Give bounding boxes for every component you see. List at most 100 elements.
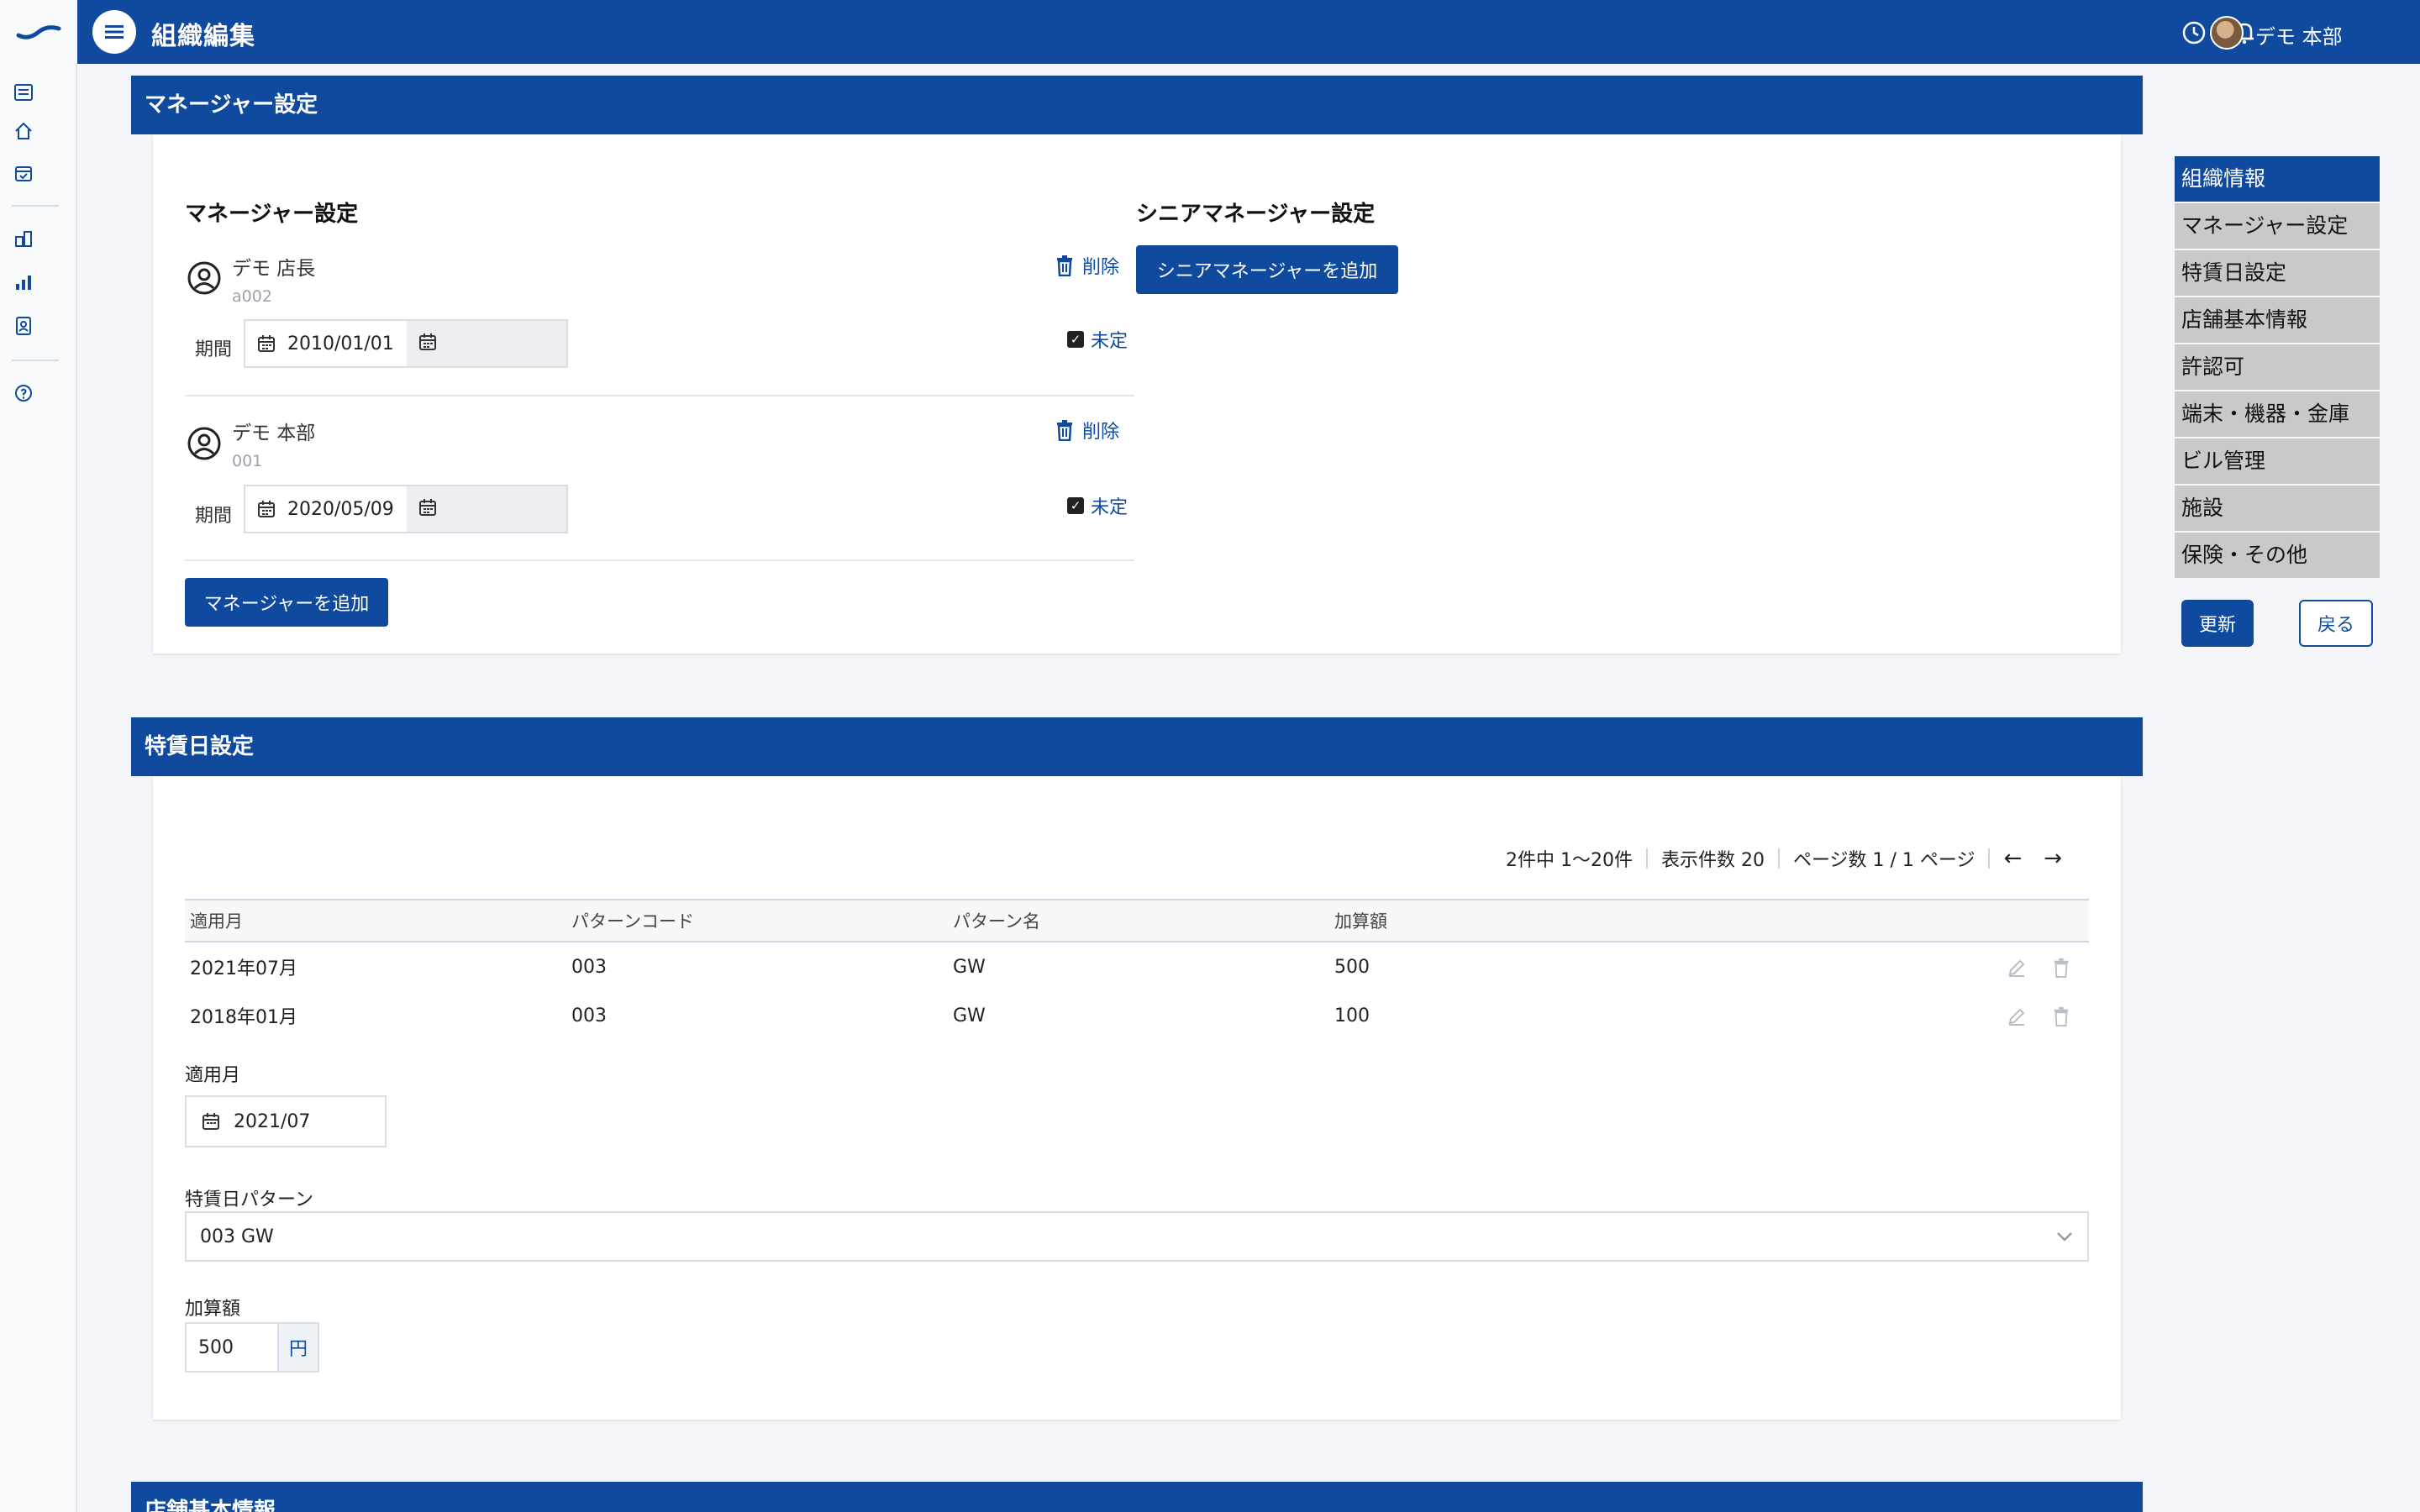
top-bar: 組織編集 デモ 本部 [0, 0, 2420, 64]
user-circle-icon [187, 260, 222, 296]
chevron-down-icon [2057, 1232, 2072, 1242]
page-title: 組織編集 [151, 22, 255, 51]
user-name[interactable]: デモ 本部 [2255, 20, 2343, 50]
managers-title: マネージャー設定 [185, 202, 359, 227]
cell-pattern-code: 003 [571, 1005, 607, 1026]
divider [185, 395, 1134, 396]
nav-item-devices[interactable]: 端末・機器・金庫 [2175, 391, 2380, 437]
trash-icon[interactable] [2052, 1006, 2072, 1026]
period-label: 期間 [195, 506, 233, 527]
special-day-table: 適用月 パターンコード パターン名 加算額 2021年07月 003 GW 50… [185, 899, 2089, 1040]
nav-item-store-info[interactable]: 店舗基本情報 [2175, 297, 2380, 343]
table-row: 2018年01月 003 GW 100 [185, 991, 2089, 1040]
period-date-range: 2010/01/01 [244, 319, 568, 368]
column-header: パターンコード [571, 911, 694, 932]
checkbox-checked-icon: ✓ [1067, 331, 1084, 348]
left-rail [0, 0, 77, 1512]
column-header: パターン名 [953, 911, 1040, 932]
column-header: 加算額 [1334, 911, 1387, 932]
pattern-value: 003 GW [200, 1226, 274, 1247]
cell-amount: 500 [1334, 956, 1370, 978]
checkbox-checked-icon: ✓ [1067, 497, 1084, 514]
cell-month: 2021年07月 [190, 958, 297, 979]
pager-per-page[interactable]: 表示件数 20 [1661, 845, 1765, 872]
calendar-check-icon[interactable] [12, 161, 35, 185]
next-page-arrow-icon[interactable]: → [2044, 846, 2062, 871]
add-senior-manager-button[interactable]: シニアマネージャーを追加 [1136, 245, 1398, 294]
amount-field-label: 加算額 [185, 1299, 241, 1320]
pattern-field-label: 特賃日パターン [185, 1189, 313, 1210]
pending-label: 未定 [1091, 331, 1128, 352]
store-info-section-header: 店舗基本情報 [131, 1482, 2143, 1512]
column-header: 適用月 [190, 911, 243, 932]
help-icon[interactable] [12, 381, 35, 405]
manager-code: 001 [232, 452, 263, 470]
nav-item-manager[interactable]: マネージャー設定 [2175, 203, 2380, 249]
list-icon[interactable] [12, 81, 35, 104]
trash-icon [1057, 255, 1072, 276]
end-date-calendar-icon[interactable] [418, 498, 442, 522]
month-value: 2021/07 [234, 1110, 311, 1132]
manager-code: a002 [232, 287, 272, 306]
pattern-select[interactable]: 003 GW [185, 1211, 2089, 1262]
user-circle-icon [187, 426, 222, 461]
building-chart-icon[interactable] [12, 227, 35, 250]
table-row: 2021年07月 003 GW 500 [185, 942, 2089, 991]
section-nav: 組織情報 マネージャー設定 特賃日設定 店舗基本情報 許認可 端末・機器・金庫 … [2175, 156, 2380, 580]
calendar-icon [258, 501, 275, 517]
amount-value: 500 [198, 1336, 234, 1358]
delete-label: 削除 [1082, 257, 1120, 278]
delete-manager-button[interactable]: 削除 [1055, 252, 1119, 279]
cell-amount: 100 [1334, 1005, 1370, 1026]
amount-unit-addon: 円 [277, 1322, 319, 1373]
month-field-label: 適用月 [185, 1065, 241, 1086]
nav-item-special-day[interactable]: 特賃日設定 [2175, 250, 2380, 296]
add-manager-button[interactable]: マネージャーを追加 [185, 578, 388, 627]
end-date-calendar-icon[interactable] [418, 333, 442, 356]
pending-label: 未定 [1091, 497, 1128, 518]
amount-input[interactable]: 500 [185, 1322, 279, 1373]
brand-logo[interactable] [0, 0, 77, 64]
delete-manager-button[interactable]: 削除 [1055, 417, 1119, 444]
start-date-input[interactable]: 2010/01/01 [245, 321, 407, 366]
history-clock-icon[interactable] [2180, 18, 2208, 47]
trash-icon [1057, 420, 1072, 441]
cell-pattern-code: 003 [571, 956, 607, 978]
cell-pattern-name: GW [953, 1005, 986, 1026]
pending-checkbox[interactable]: ✓ 未定 [1067, 492, 1128, 519]
table-header: 適用月 パターンコード パターン名 加算額 [185, 899, 2089, 942]
calendar-icon [203, 1113, 219, 1130]
edit-pencil-icon[interactable] [2007, 958, 2027, 978]
prev-page-arrow-icon[interactable]: ← [2003, 846, 2022, 871]
update-button[interactable]: 更新 [2181, 600, 2254, 647]
period-label: 期間 [195, 339, 233, 360]
edit-pencil-icon[interactable] [2007, 1006, 2027, 1026]
back-button[interactable]: 戻る [2299, 600, 2373, 647]
period-date-range: 2020/05/09 [244, 485, 568, 533]
nav-item-insurance[interactable]: 保険・その他 [2175, 533, 2380, 578]
cell-month: 2018年01月 [190, 1007, 297, 1028]
start-date-input[interactable]: 2020/05/09 [245, 486, 407, 532]
pager-summary: 2件中 1〜20件 [1506, 850, 1633, 871]
divider [185, 559, 1134, 561]
start-date-value: 2020/05/09 [287, 498, 394, 520]
bar-chart-icon[interactable] [12, 270, 35, 294]
start-date-value: 2010/01/01 [287, 333, 394, 354]
nav-item-building[interactable]: ビル管理 [2175, 438, 2380, 484]
nav-item-permits[interactable]: 許認可 [2175, 344, 2380, 390]
pending-checkbox[interactable]: ✓ 未定 [1067, 326, 1128, 353]
manager-section-header: マネージャー設定 [131, 76, 2143, 134]
cell-pattern-name: GW [953, 956, 986, 978]
senior-managers-title: シニアマネージャー設定 [1136, 202, 1376, 227]
hamburger-menu-button[interactable] [92, 10, 136, 54]
nav-item-facility[interactable]: 施設 [2175, 486, 2380, 531]
home-icon[interactable] [12, 119, 35, 143]
nav-item-org-info[interactable]: 組織情報 [2175, 156, 2380, 202]
special-day-section-header: 特賃日設定 [131, 717, 2143, 776]
pager-page-info: ページ数 1 / 1 ページ [1792, 850, 1975, 871]
trash-icon[interactable] [2052, 958, 2072, 978]
id-badge-icon[interactable] [12, 314, 35, 338]
calendar-icon [258, 335, 275, 352]
month-input[interactable]: 2021/07 [185, 1095, 387, 1147]
avatar[interactable] [2210, 16, 2244, 50]
